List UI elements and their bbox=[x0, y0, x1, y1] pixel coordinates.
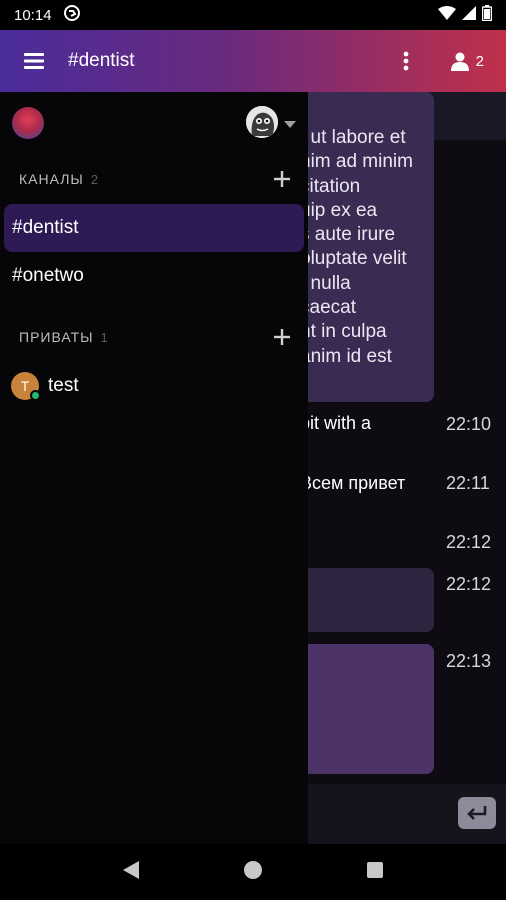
message-time: 22:12 bbox=[446, 532, 492, 552]
user-avatar[interactable] bbox=[246, 106, 278, 138]
section-label: ПРИВАТЫ bbox=[19, 329, 94, 345]
message-text: bit with a bbox=[300, 413, 372, 433]
back-button[interactable] bbox=[122, 860, 140, 885]
avatar-face-icon bbox=[246, 106, 278, 138]
avatar-initial: T bbox=[20, 378, 30, 394]
message-time: 22:11 bbox=[446, 473, 490, 493]
message-text: t ut labore et nim ad minim citation uip… bbox=[300, 127, 413, 367]
status-time: 10:14 bbox=[14, 6, 52, 24]
online-status-dot bbox=[30, 390, 41, 401]
person-icon bbox=[450, 52, 469, 71]
home-circle-icon bbox=[243, 860, 262, 879]
message-time: 22:10 bbox=[446, 414, 492, 434]
message-text: Всем привет bbox=[300, 473, 406, 493]
message-time: 22:13 bbox=[446, 651, 492, 671]
menu-button[interactable] bbox=[0, 30, 68, 92]
privates-section-header: ПРИВАТЫ 1 bbox=[0, 312, 308, 362]
signal-icon bbox=[462, 5, 476, 25]
battery-icon bbox=[481, 4, 493, 26]
member-count: 2 bbox=[475, 52, 484, 70]
team-avatar[interactable] bbox=[12, 107, 44, 139]
plus-icon bbox=[274, 171, 290, 187]
enter-icon bbox=[467, 806, 487, 820]
section-count: 1 bbox=[100, 329, 108, 345]
back-triangle-icon bbox=[122, 860, 139, 879]
dm-item-test[interactable]: T test bbox=[0, 362, 308, 410]
recents-button[interactable] bbox=[366, 861, 384, 884]
recents-square-icon bbox=[367, 861, 384, 878]
hamburger-icon bbox=[24, 53, 44, 69]
avatar: T bbox=[11, 372, 41, 401]
system-nav-bar bbox=[0, 844, 506, 900]
section-label: КАНАЛЫ bbox=[19, 171, 84, 187]
channel-title: #dentist bbox=[68, 50, 135, 71]
caret-down-icon bbox=[284, 121, 296, 128]
more-options-button[interactable] bbox=[386, 51, 426, 71]
navigation-drawer: КАНАЛЫ 2 #dentist #onetwo ПРИВАТЫ 1 T te… bbox=[0, 92, 308, 844]
app-header: #dentist 2 bbox=[0, 30, 506, 92]
sync-icon bbox=[63, 4, 80, 26]
plus-icon bbox=[274, 329, 290, 345]
add-private-button[interactable] bbox=[268, 323, 296, 351]
add-channel-button[interactable] bbox=[268, 165, 296, 193]
wifi-icon bbox=[438, 5, 456, 25]
channels-section-header: КАНАЛЫ 2 bbox=[0, 154, 308, 204]
status-bar: 10:14 bbox=[0, 0, 506, 30]
home-button[interactable] bbox=[243, 860, 263, 885]
more-vertical-icon bbox=[403, 51, 409, 71]
members-button[interactable]: 2 bbox=[426, 51, 506, 71]
send-button[interactable] bbox=[458, 797, 496, 829]
message-time: 22:12 bbox=[446, 574, 492, 594]
drawer-header bbox=[0, 92, 308, 154]
channel-item-dentist[interactable]: #dentist bbox=[4, 204, 304, 252]
account-dropdown-caret[interactable] bbox=[284, 116, 296, 134]
dm-name: test bbox=[48, 375, 79, 396]
channel-item-onetwo[interactable]: #onetwo bbox=[4, 252, 304, 300]
section-count: 2 bbox=[90, 171, 99, 187]
